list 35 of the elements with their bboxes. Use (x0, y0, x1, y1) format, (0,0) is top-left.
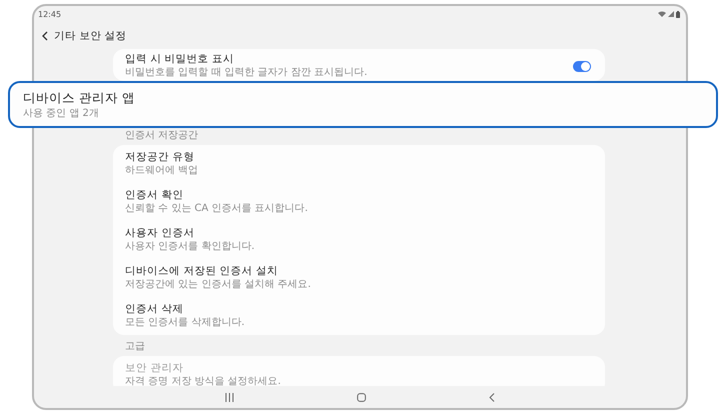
setting-description: 신뢰할 수 있는 CA 인증서를 표시합니다. (125, 202, 309, 215)
setting-title: 디바이스에 저장된 인증서 설치 (125, 265, 280, 278)
battery-icon (676, 10, 680, 18)
setting-title: 인증서 삭제 (125, 303, 184, 316)
settings-item[interactable]: 인증서 확인 신뢰할 수 있는 CA 인증서를 표시합니다. (113, 183, 605, 221)
settings-item[interactable]: 입력 시 비밀번호 표시 비밀번호를 입력할 때 입력한 글자가 잠깐 표시됩니다. (113, 49, 605, 81)
setting-description: 비밀번호를 입력할 때 입력한 글자가 잠깐 표시됩니다. (125, 66, 368, 79)
home-icon[interactable] (356, 392, 366, 402)
setting-description: 모든 인증서를 삭제합니다. (125, 316, 246, 329)
setting-title: 보안 관리자 (125, 362, 184, 375)
status-time: 12:45 (38, 10, 62, 18)
page-title: 기타 보안 설정 (54, 28, 127, 42)
setting-description: 자격 증명 저장 방식을 설정하세요. (125, 375, 282, 386)
highlighted-setting[interactable]: 디바이스 관리자 앱 사용 중인 앱 2개 (8, 81, 718, 128)
setting-description: 사용자 인증서를 확인합니다. (125, 240, 256, 253)
settings-item[interactable]: 저장공간 유형 하드웨어에 백업 (113, 145, 605, 183)
recent-apps-icon[interactable] (225, 392, 234, 402)
setting-title: 저장공간 유형 (125, 151, 196, 164)
back-icon[interactable] (488, 392, 495, 402)
section-header: 인증서 저장공간 (124, 130, 200, 142)
setting-title: 인증서 확인 (125, 189, 184, 202)
setting-description: 하드웨어에 백업 (125, 164, 200, 177)
section-header: 고급 (124, 341, 146, 353)
setting-title: 디바이스 관리자 앱 (23, 90, 136, 104)
settings-item[interactable]: 사용자 인증서 사용자 인증서를 확인합니다. (113, 221, 605, 259)
settings-item[interactable]: 인증서 삭제 모든 인증서를 삭제합니다. (113, 297, 605, 335)
setting-description: 저장공간에 있는 인증서를 설치해 주세요. (125, 278, 312, 291)
wifi-icon (658, 11, 666, 17)
toggle-switch[interactable] (573, 60, 591, 72)
setting-title: 입력 시 비밀번호 표시 (125, 53, 236, 66)
signal-icon (668, 11, 674, 17)
settings-item[interactable]: 디바이스에 저장된 인증서 설치 저장공간에 있는 인증서를 설치해 주세요. (113, 259, 605, 297)
setting-description: 사용 중인 앱 2개 (23, 108, 100, 120)
back-icon[interactable] (42, 30, 48, 40)
setting-title: 사용자 인증서 (125, 227, 196, 240)
